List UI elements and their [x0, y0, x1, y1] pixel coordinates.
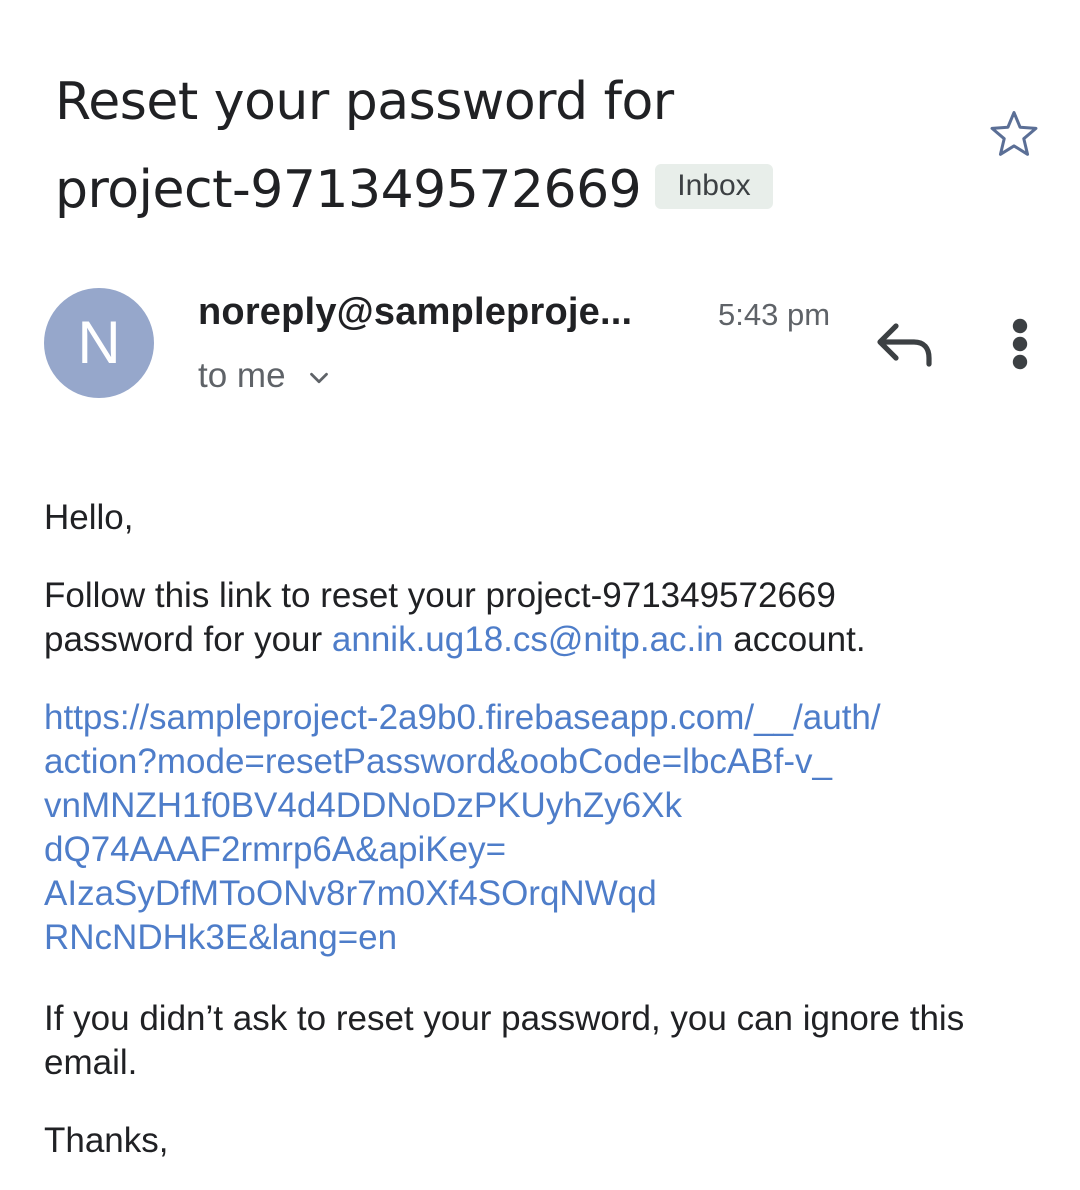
reset-link-line: dQ74AAAF2rmrp6A&apiKey=	[44, 830, 507, 869]
signoff: Thanks,	[44, 1121, 169, 1160]
reset-link-line: vnMNZH1f0BV4d4DDNoDzPKUyhZy6Xk	[44, 786, 682, 825]
greeting: Hello,	[44, 498, 134, 537]
sender-avatar[interactable]: N	[44, 288, 154, 398]
intro-text-end: account.	[723, 620, 866, 659]
email-link[interactable]: annik.ug18.cs@nitp.ac.in	[332, 620, 724, 659]
received-time: 5:43 pm	[718, 297, 831, 332]
email-subject: Reset your password for project-97134957…	[55, 58, 955, 234]
recipient-label: to me	[198, 356, 286, 395]
star-icon[interactable]	[986, 106, 1042, 162]
chevron-down-icon	[309, 372, 328, 384]
reset-link-line: AIzaSyDfMToONv8r7m0Xf4SOrqNWqd	[44, 874, 657, 913]
subject-line-2: project-971349572669	[55, 160, 642, 220]
inbox-label-badge[interactable]: Inbox	[655, 164, 773, 209]
sender-address[interactable]: noreply@sampleproje...	[198, 290, 632, 334]
recipient-details-toggle[interactable]: to me	[198, 354, 334, 398]
reply-icon[interactable]	[874, 320, 936, 370]
reset-link-line: https://sampleproject-2a9b0.firebaseapp.…	[44, 698, 881, 737]
reset-password-link[interactable]: https://sampleproject-2a9b0.firebaseapp.…	[44, 696, 1044, 960]
ignore-note: If you didn’t ask to reset your password…	[44, 999, 965, 1082]
reset-link-line: action?mode=resetPassword&oobCode=lbcABf…	[44, 742, 832, 781]
intro-paragraph: Follow this link to reset your project-9…	[44, 574, 944, 662]
subject-line-1: Reset your password for	[55, 72, 674, 132]
reset-link-line: RNcNDHk3E&lang=en	[44, 918, 398, 957]
more-vert-icon[interactable]	[1004, 316, 1036, 372]
